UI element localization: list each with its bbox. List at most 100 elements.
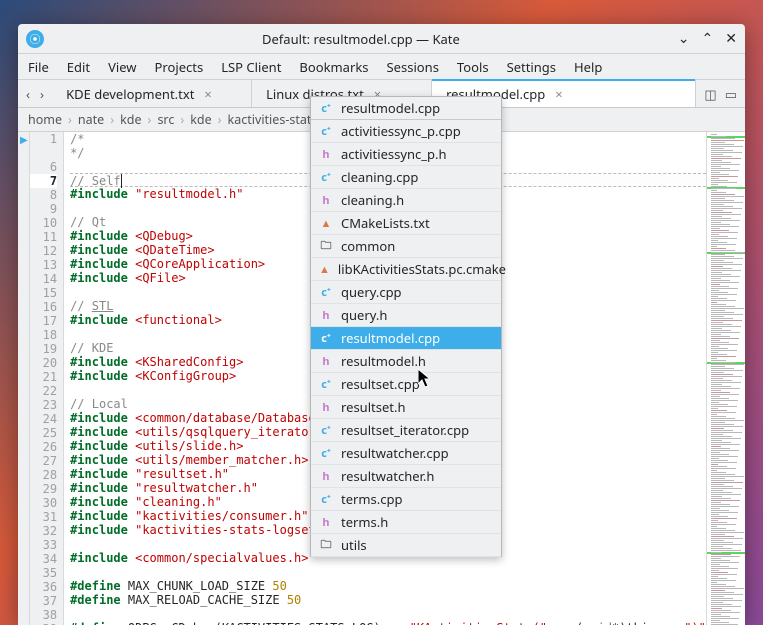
line-number[interactable]: 38 — [30, 608, 57, 622]
line-number[interactable]: 13 — [30, 258, 57, 272]
popup-item-resultmodel-h[interactable]: hresultmodel.h — [311, 350, 501, 373]
menu-item-sessions[interactable]: Sessions — [387, 58, 439, 76]
line-number[interactable]: 19 — [30, 342, 57, 356]
popup-item-query-cpp[interactable]: c⁺query.cpp — [311, 281, 501, 304]
line-number[interactable]: 7 — [30, 174, 57, 188]
line-number[interactable]: 12 — [30, 244, 57, 258]
line-number[interactable]: 6 — [30, 160, 57, 174]
breadcrumb-segment[interactable]: kde — [190, 111, 211, 128]
line-number[interactable]: 20 — [30, 356, 57, 370]
line-number[interactable]: 15 — [30, 286, 57, 300]
popup-item-terms-h[interactable]: hterms.h — [311, 511, 501, 534]
line-number[interactable]: 11 — [30, 230, 57, 244]
popup-item-cleaning-h[interactable]: hcleaning.h — [311, 189, 501, 212]
menu-item-help[interactable]: Help — [574, 58, 602, 76]
popup-item-activitiessync-p-h[interactable]: hactivitiessync_p.h — [311, 143, 501, 166]
code-line[interactable] — [70, 607, 706, 621]
popup-item-utils[interactable]: 🗀utils — [311, 534, 501, 557]
nav-forward-icon[interactable]: › — [40, 85, 44, 103]
popup-item-resultmodel-cpp[interactable]: c⁺resultmodel.cpp — [311, 327, 501, 350]
nav-back-icon[interactable]: ‹ — [26, 85, 30, 103]
titlebar: ⦿ Default: resultmodel.cpp — Kate ⌄ ⌃ ✕ — [18, 24, 745, 54]
popup-item-resultwatcher-cpp[interactable]: c⁺resultwatcher.cpp — [311, 442, 501, 465]
line-number-gutter[interactable]: 1678910111213141516171819202122232425262… — [30, 132, 64, 625]
popup-item-label: resultmodel.h — [341, 352, 426, 370]
tab-kde-development-txt[interactable]: KDE development.txt× — [52, 80, 252, 107]
breadcrumb-segment[interactable]: kactivities-stats — [228, 111, 318, 128]
line-number[interactable]: 36 — [30, 580, 57, 594]
tab-close-icon[interactable]: × — [204, 85, 211, 103]
popup-item-cmakelists-txt[interactable]: ▲CMakeLists.txt — [311, 212, 501, 235]
line-number[interactable]: 34 — [30, 552, 57, 566]
line-number[interactable]: 17 — [30, 314, 57, 328]
menu-item-settings[interactable]: Settings — [507, 58, 556, 76]
line-number[interactable] — [30, 146, 57, 160]
line-number[interactable]: 23 — [30, 398, 57, 412]
breadcrumb-segment[interactable]: kde — [120, 111, 141, 128]
line-number[interactable]: 18 — [30, 328, 57, 342]
line-number[interactable]: 32 — [30, 524, 57, 538]
code-line[interactable] — [70, 565, 706, 579]
popup-item-label: resultwatcher.h — [341, 467, 434, 485]
minimap[interactable] — [706, 132, 745, 625]
breadcrumb-segment[interactable]: home — [28, 111, 62, 128]
line-number[interactable]: 35 — [30, 566, 57, 580]
menu-item-tools[interactable]: Tools — [457, 58, 489, 76]
cpp-icon: c⁺ — [319, 101, 333, 115]
tab-close-icon[interactable]: × — [555, 85, 562, 103]
line-number[interactable]: 26 — [30, 440, 57, 454]
menubar: File Edit View Projects LSP Client Bookmarks S… — [18, 54, 745, 80]
code-line[interactable]: #define QDBG qCDebug(KACTIVITIES_STATS_L… — [70, 621, 706, 625]
line-number[interactable]: 37 — [30, 594, 57, 608]
line-number[interactable]: 29 — [30, 482, 57, 496]
line-number[interactable]: 10 — [30, 216, 57, 230]
breadcrumb-segment[interactable]: nate — [78, 111, 104, 128]
popup-item-cleaning-cpp[interactable]: c⁺cleaning.cpp — [311, 166, 501, 189]
popup-item-resultwatcher-h[interactable]: hresultwatcher.h — [311, 465, 501, 488]
window-controls: ⌄ ⌃ ✕ — [678, 29, 737, 48]
popup-item-libkactivitiesstats-pc-cmake[interactable]: ▲libKActivitiesStats.pc.cmake — [311, 258, 501, 281]
fold-column[interactable]: ▶ — [18, 132, 30, 625]
line-number[interactable]: 22 — [30, 384, 57, 398]
line-number[interactable]: 9 — [30, 202, 57, 216]
line-number[interactable]: 21 — [30, 370, 57, 384]
line-number[interactable]: 28 — [30, 468, 57, 482]
popup-item-label: terms.h — [341, 513, 388, 531]
menu-item-lsp-client[interactable]: LSP Client — [221, 58, 281, 76]
line-number[interactable]: 31 — [30, 510, 57, 524]
popup-item-query-h[interactable]: hquery.h — [311, 304, 501, 327]
expand-icon[interactable]: ◫ — [704, 85, 716, 103]
popup-item-common[interactable]: 🗀common — [311, 235, 501, 258]
code-line[interactable]: #define MAX_RELOAD_CACHE_SIZE 50 — [70, 593, 706, 607]
close-button[interactable]: ✕ — [725, 29, 737, 48]
folder-icon: 🗀 — [319, 538, 333, 552]
line-number[interactable]: 8 — [30, 188, 57, 202]
line-number[interactable]: 14 — [30, 272, 57, 286]
line-number[interactable]: 27 — [30, 454, 57, 468]
folder-icon: 🗀 — [319, 239, 333, 253]
line-number[interactable]: 1 — [30, 132, 57, 146]
line-number[interactable]: 16 — [30, 300, 57, 314]
line-number[interactable]: 30 — [30, 496, 57, 510]
maximize-button[interactable]: ⌃ — [702, 29, 714, 48]
line-number[interactable]: 24 — [30, 412, 57, 426]
menu-item-view[interactable]: View — [108, 58, 136, 76]
popup-item-terms-cpp[interactable]: c⁺terms.cpp — [311, 488, 501, 511]
fold-marker-icon[interactable]: ▶ — [20, 132, 28, 146]
file-switcher-popup[interactable]: c⁺resultmodel.cppc⁺activitiessync_p.cpph… — [310, 96, 502, 557]
menu-item-bookmarks[interactable]: Bookmarks — [299, 58, 368, 76]
menu-item-edit[interactable]: Edit — [67, 58, 90, 76]
popup-item-resultset-iterator-cpp[interactable]: c⁺resultset_iterator.cpp — [311, 419, 501, 442]
minimize-button[interactable]: ⌄ — [678, 29, 690, 48]
grid-icon[interactable]: ▭ — [725, 85, 737, 103]
menu-item-file[interactable]: File — [28, 58, 49, 76]
popup-item-activitiessync-p-cpp[interactable]: c⁺activitiessync_p.cpp — [311, 120, 501, 143]
breadcrumb-segment[interactable]: src — [157, 111, 174, 128]
code-line[interactable]: #define MAX_CHUNK_LOAD_SIZE 50 — [70, 579, 706, 593]
menu-item-projects[interactable]: Projects — [155, 58, 204, 76]
popup-item-resultset-cpp[interactable]: c⁺resultset.cpp — [311, 373, 501, 396]
popup-item-resultset-h[interactable]: hresultset.h — [311, 396, 501, 419]
line-number[interactable]: 33 — [30, 538, 57, 552]
popup-item-resultmodel-cpp[interactable]: c⁺resultmodel.cpp — [311, 97, 501, 120]
line-number[interactable]: 25 — [30, 426, 57, 440]
